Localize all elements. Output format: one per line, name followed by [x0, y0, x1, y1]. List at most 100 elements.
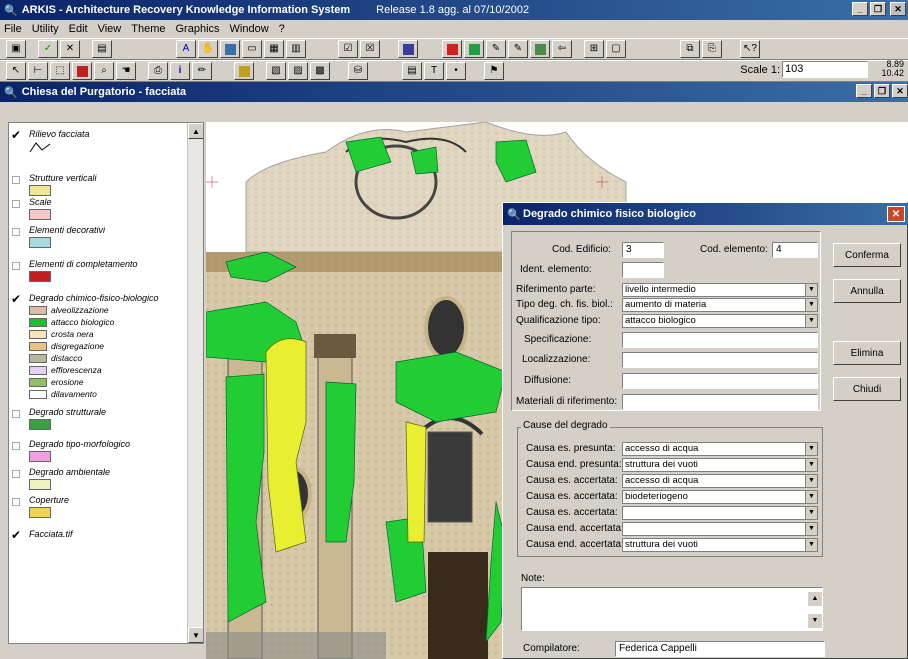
tipo-deg-select[interactable]: aumento di materia ▼: [622, 298, 818, 312]
polygon-button[interactable]: ⬚: [50, 62, 70, 80]
scale-input[interactable]: 103: [782, 61, 868, 78]
dialog-close-icon[interactable]: ✕: [887, 206, 905, 222]
dropdown-arrow-icon[interactable]: ▼: [805, 299, 817, 311]
green-layer-button[interactable]: [464, 40, 484, 58]
layer-scrollbar[interactable]: ▲ ▼: [187, 123, 203, 643]
db-button[interactable]: ⛁: [348, 62, 368, 80]
properties-button[interactable]: ▤: [92, 40, 112, 58]
dropdown-arrow-icon[interactable]: ▼: [805, 491, 817, 503]
grid-button[interactable]: ▥: [286, 40, 306, 58]
menu-item-window[interactable]: Window: [230, 23, 269, 35]
menu-item-utility[interactable]: Utility: [32, 23, 59, 35]
check-button[interactable]: ✓: [38, 40, 58, 58]
note-scroll-up-icon[interactable]: ▲: [808, 592, 822, 606]
layer-item[interactable]: Elementi di completamento: [9, 259, 187, 283]
dropdown-arrow-icon[interactable]: ▼: [805, 475, 817, 487]
line-button[interactable]: ⊢: [28, 62, 48, 80]
checkbox-empty-icon[interactable]: [12, 442, 20, 450]
zoom-button[interactable]: ⌕: [94, 62, 114, 80]
select-button[interactable]: ☑: [338, 40, 358, 58]
layer-item[interactable]: Degrado ambientale: [9, 467, 187, 491]
layer-item[interactable]: Coperture: [9, 495, 187, 519]
info-button[interactable]: i: [170, 62, 190, 80]
checkbox-empty-icon[interactable]: [12, 262, 20, 270]
query-button[interactable]: [398, 40, 418, 58]
photo-button[interactable]: ▩: [310, 62, 330, 80]
localizzazione-input[interactable]: [622, 352, 818, 368]
pan-button[interactable]: ✋: [198, 40, 218, 58]
layer-item[interactable]: Scale: [9, 197, 187, 221]
dropdown-arrow-icon[interactable]: ▼: [805, 443, 817, 455]
checkmark-icon[interactable]: ✔: [11, 293, 21, 305]
paste-button[interactable]: ⎘: [702, 40, 722, 58]
compilatore-input[interactable]: Federica Cappelli: [615, 641, 825, 657]
cod-edificio-input[interactable]: 3: [622, 242, 664, 258]
note-scroll-down-icon[interactable]: ▼: [808, 614, 822, 628]
causa-select[interactable]: biodeteriogeno ▼: [622, 490, 818, 504]
menu-item-edit[interactable]: Edit: [69, 23, 88, 35]
fill-button[interactable]: [72, 62, 92, 80]
checkbox-empty-icon[interactable]: [12, 176, 20, 184]
layer-button[interactable]: [220, 40, 240, 58]
text-area-button[interactable]: T: [424, 62, 444, 80]
checkbox-empty-icon[interactable]: [12, 470, 20, 478]
window-button[interactable]: ▦: [264, 40, 284, 58]
menu-item-theme[interactable]: Theme: [131, 23, 165, 35]
frame-button[interactable]: ▢: [606, 40, 626, 58]
minimize-button[interactable]: _: [852, 2, 868, 16]
child-window-titlebar[interactable]: 🔍 Chiesa del Purgatorio - facciata _ ❐ ✕: [0, 82, 908, 102]
deselect-button[interactable]: ☒: [360, 40, 380, 58]
image-button[interactable]: [530, 40, 550, 58]
red-layer-button[interactable]: [442, 40, 462, 58]
scroll-down-icon[interactable]: ▼: [188, 627, 203, 643]
marker-button[interactable]: ⚑: [484, 62, 504, 80]
map-button[interactable]: ▧: [266, 62, 286, 80]
menu-item-help[interactable]: ?: [279, 23, 285, 35]
dropdown-arrow-icon[interactable]: ▼: [805, 459, 817, 471]
scroll-up-icon[interactable]: ▲: [188, 123, 203, 139]
help-button[interactable]: ↖?: [740, 40, 760, 58]
conferma-button[interactable]: Conferma: [833, 243, 901, 267]
specificazione-input[interactable]: [622, 332, 818, 348]
checkbox-empty-icon[interactable]: [12, 200, 20, 208]
layer-item[interactable]: ✔ Facciata.tif: [9, 529, 187, 553]
causa-select[interactable]: accesso di acqua ▼: [622, 474, 818, 488]
materiali-input[interactable]: [622, 394, 818, 410]
child-minimize-button[interactable]: _: [856, 84, 872, 98]
close-button[interactable]: ✕: [890, 2, 906, 16]
causa-select[interactable]: struttura dei vuoti ▼: [622, 538, 818, 552]
causa-select[interactable]: accesso di acqua ▼: [622, 442, 818, 456]
ident-elemento-input[interactable]: [622, 262, 664, 278]
checkbox-empty-icon[interactable]: [12, 498, 20, 506]
layer-item[interactable]: Strutture verticali: [9, 173, 187, 197]
layer-item[interactable]: Degrado tipo-morfologico: [9, 439, 187, 463]
cod-elemento-input[interactable]: 4: [772, 242, 818, 258]
dropdown-arrow-icon[interactable]: ▼: [805, 523, 817, 535]
dropdown-arrow-icon[interactable]: ▼: [805, 315, 817, 327]
dot-button[interactable]: •: [446, 62, 466, 80]
pencil-button[interactable]: ✏: [192, 62, 212, 80]
chiudi-button[interactable]: Chiudi: [833, 377, 901, 401]
back-button[interactable]: ⇦: [552, 40, 572, 58]
dropdown-arrow-icon[interactable]: ▼: [805, 284, 817, 296]
table-button[interactable]: ⊞: [584, 40, 604, 58]
dialog-titlebar[interactable]: 🔍 Degrado chimico fisico biologico: [503, 203, 908, 225]
text-tool-button[interactable]: A: [176, 40, 196, 58]
rif-parte-select[interactable]: livello intermedio ▼: [622, 283, 818, 297]
restore-button[interactable]: ❐: [870, 2, 886, 16]
causa-select[interactable]: ▼: [622, 522, 818, 536]
qualificazione-select[interactable]: attacco biologico ▼: [622, 314, 818, 328]
edit-button[interactable]: ✎: [486, 40, 506, 58]
checkbox-empty-icon[interactable]: [12, 410, 20, 418]
menu-item-graphics[interactable]: Graphics: [176, 23, 220, 35]
chart-button[interactable]: ▨: [288, 62, 308, 80]
causa-select[interactable]: ▼: [622, 506, 818, 520]
child-close-button[interactable]: ✕: [892, 84, 908, 98]
edit2-button[interactable]: ✎: [508, 40, 528, 58]
print-button[interactable]: ⎙: [148, 62, 168, 80]
checkbox-empty-icon[interactable]: [12, 228, 20, 236]
cancel-button[interactable]: ✕: [60, 40, 80, 58]
child-restore-button[interactable]: ❐: [874, 84, 890, 98]
layer-item[interactable]: Elementi decorativi: [9, 225, 187, 249]
copy-button[interactable]: ⧉: [680, 40, 700, 58]
